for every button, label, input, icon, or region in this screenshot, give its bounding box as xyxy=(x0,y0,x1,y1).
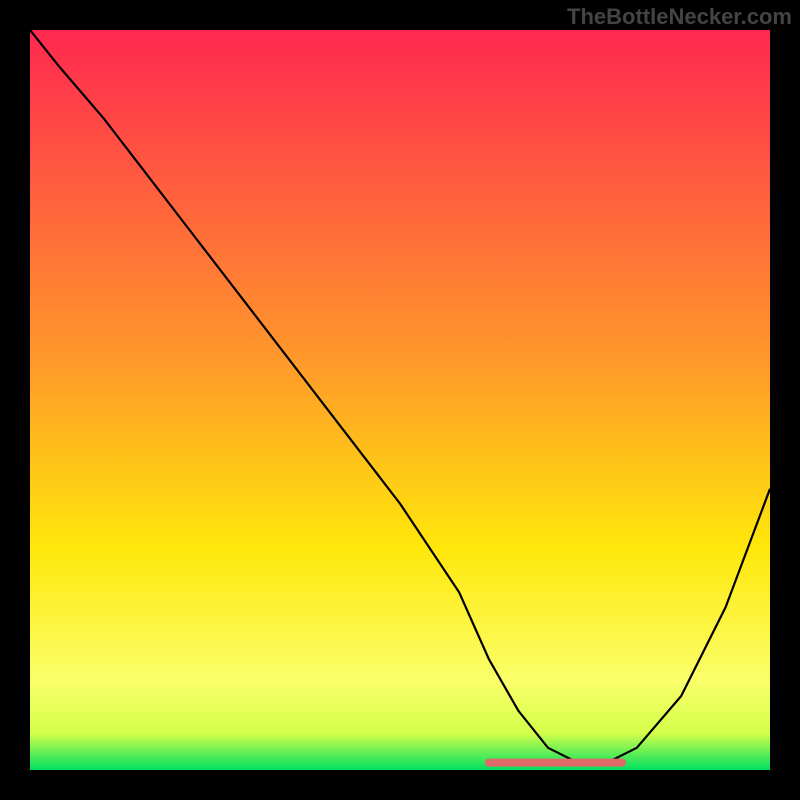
watermark-text: TheBottleNecker.com xyxy=(567,4,792,30)
chart-svg xyxy=(30,30,770,770)
gradient-background xyxy=(30,30,770,770)
plot-area xyxy=(30,30,770,770)
chart-container: TheBottleNecker.com xyxy=(0,0,800,800)
